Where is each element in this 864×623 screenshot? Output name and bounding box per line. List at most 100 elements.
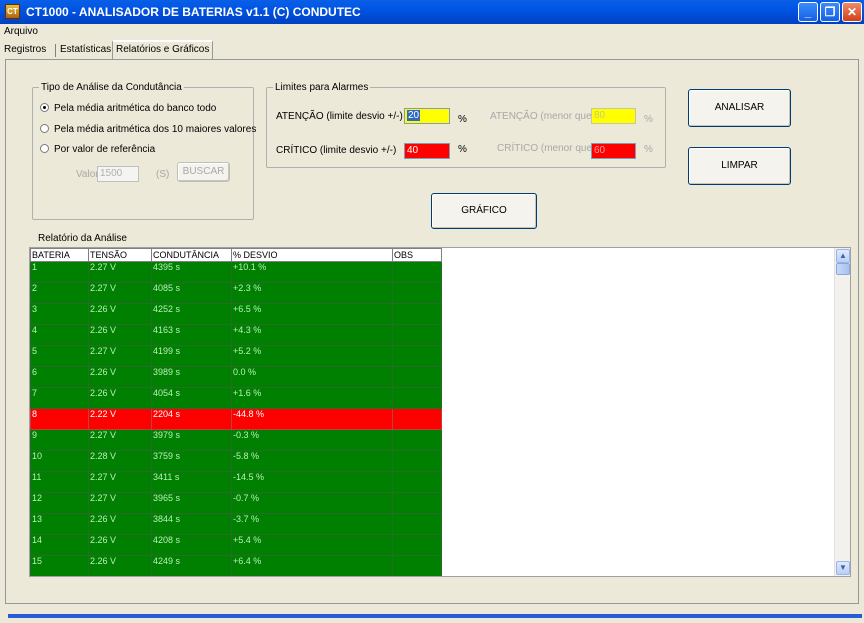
critical-less-input[interactable]: 60	[591, 143, 636, 159]
radio-selected-icon	[40, 103, 49, 112]
scroll-up-button[interactable]: ▲	[836, 249, 850, 263]
table-cell: 4163 s	[151, 324, 232, 346]
table-cell	[392, 324, 442, 346]
table-cell: -3.7 %	[231, 513, 393, 535]
table-cell: 2.26 V	[88, 387, 152, 409]
radio-reference-value[interactable]: Por valor de referência	[40, 144, 155, 155]
table-cell: 5	[30, 345, 89, 367]
column-header[interactable]: OBS	[392, 248, 442, 262]
table-cell: 2.27 V	[88, 282, 152, 304]
table-cell: 2.27 V	[88, 492, 152, 514]
table-cell: +2.3 %	[231, 282, 393, 304]
table-row[interactable]: 4 2.26 V 4163 s +4.3 %	[30, 324, 442, 346]
report-legend: Relatório da Análise	[38, 233, 127, 244]
maximize-button[interactable]: ❐	[820, 2, 840, 22]
attention-limit-input[interactable]: 20	[404, 108, 450, 124]
table-row[interactable]: 6 2.26 V 3989 s 0.0 %	[30, 366, 442, 388]
menu-bar: Arquivo	[0, 24, 864, 40]
table-row[interactable]: 11 2.27 V 3411 s -14.5 %	[30, 471, 442, 493]
table-cell: 4	[30, 324, 89, 346]
percent-label: %	[458, 114, 467, 125]
value-label: Valor	[76, 169, 99, 180]
close-icon: ✕	[846, 5, 858, 19]
table-cell: +10.1 %	[231, 261, 393, 283]
table-cell: -0.3 %	[231, 429, 393, 451]
attention-limit-label: ATENÇÃO (limite desvio +/-)	[276, 111, 403, 122]
table-row[interactable]: 8 2.22 V 2204 s -44.8 %	[30, 408, 442, 430]
critical-limit-input[interactable]: 40	[404, 143, 450, 159]
table-row[interactable]: 5 2.27 V 4199 s +5.2 %	[30, 345, 442, 367]
tab-relatorios-graficos[interactable]: Relatórios e Gráficos	[112, 40, 214, 60]
attention-less-input[interactable]: 80	[591, 108, 636, 124]
table-cell: 2204 s	[151, 408, 232, 430]
reference-value-input[interactable]: 1500	[97, 166, 139, 182]
table-cell: 4395 s	[151, 261, 232, 283]
table-cell: 8	[30, 408, 89, 430]
tab-estatisticas[interactable]: Estatísticas	[57, 42, 114, 59]
title-bar: CT CT1000 - ANALISADOR DE BATERIAS v1.1 …	[0, 0, 864, 24]
percent-label: %	[644, 144, 653, 155]
radio-icon	[40, 124, 49, 133]
table-cell: +5.4 %	[231, 534, 393, 556]
table-cell	[392, 555, 442, 576]
close-button[interactable]: ✕	[842, 2, 862, 22]
table-cell: 15	[30, 555, 89, 576]
report-table: BATERIA TENSÃO CONDUTÂNCIA % DESVIO OBS …	[30, 248, 442, 576]
column-header[interactable]: CONDUTÂNCIA	[151, 248, 232, 262]
scroll-down-button[interactable]: ▼	[836, 561, 850, 575]
tab-registros[interactable]: Registros	[1, 42, 49, 59]
report-grid[interactable]: BATERIA TENSÃO CONDUTÂNCIA % DESVIO OBS …	[29, 247, 851, 577]
table-row[interactable]: 9 2.27 V 3979 s -0.3 %	[30, 429, 442, 451]
table-cell	[392, 261, 442, 283]
table-cell: 2.26 V	[88, 534, 152, 556]
table-cell: 3844 s	[151, 513, 232, 535]
radio-bank-average[interactable]: Pela média aritmética do banco todo	[40, 103, 216, 114]
table-cell: 4252 s	[151, 303, 232, 325]
table-cell: 2.22 V	[88, 408, 152, 430]
table-row[interactable]: 14 2.26 V 4208 s +5.4 %	[30, 534, 442, 556]
table-cell: 2.26 V	[88, 303, 152, 325]
table-cell: -44.8 %	[231, 408, 393, 430]
status-strip	[8, 614, 862, 618]
table-cell: 1	[30, 261, 89, 283]
table-cell	[392, 471, 442, 493]
table-cell	[392, 282, 442, 304]
buscar-button[interactable]: BUSCAR	[177, 162, 230, 182]
table-row[interactable]: 12 2.27 V 3965 s -0.7 %	[30, 492, 442, 514]
column-header[interactable]: BATERIA	[30, 248, 89, 262]
table-cell	[392, 534, 442, 556]
vertical-scrollbar[interactable]: ▲ ▼	[834, 248, 850, 576]
table-cell	[392, 492, 442, 514]
table-cell: 3411 s	[151, 471, 232, 493]
menu-arquivo[interactable]: Arquivo	[4, 26, 38, 37]
table-row[interactable]: 10 2.28 V 3759 s -5.8 %	[30, 450, 442, 472]
table-cell: 2.27 V	[88, 261, 152, 283]
table-cell: 3	[30, 303, 89, 325]
table-row[interactable]: 7 2.26 V 4054 s +1.6 %	[30, 387, 442, 409]
alarm-limits-legend: Limites para Alarmes	[275, 82, 369, 93]
table-row[interactable]: 13 2.26 V 3844 s -3.7 %	[30, 513, 442, 535]
table-row[interactable]: 15 2.26 V 4249 s +6.4 %	[30, 555, 442, 576]
clear-button[interactable]: LIMPAR	[688, 147, 791, 185]
table-cell: 2.27 V	[88, 471, 152, 493]
table-cell: 2.26 V	[88, 555, 152, 576]
column-header[interactable]: TENSÃO	[88, 248, 152, 262]
table-cell: 2	[30, 282, 89, 304]
scroll-thumb[interactable]	[836, 263, 850, 275]
table-cell: 4054 s	[151, 387, 232, 409]
radio-top10-average[interactable]: Pela média aritmética dos 10 maiores val…	[40, 124, 256, 135]
table-cell	[392, 345, 442, 367]
table-row[interactable]: 2 2.27 V 4085 s +2.3 %	[30, 282, 442, 304]
chart-button[interactable]: GRÁFICO	[431, 193, 537, 229]
table-cell: +6.5 %	[231, 303, 393, 325]
analyze-button[interactable]: ANALISAR	[688, 89, 791, 127]
table-cell: +4.3 %	[231, 324, 393, 346]
tab-separator	[55, 44, 56, 57]
column-header[interactable]: % DESVIO	[231, 248, 393, 262]
table-row[interactable]: 3 2.26 V 4252 s +6.5 %	[30, 303, 442, 325]
percent-label: %	[458, 144, 467, 155]
attention-less-label: ATENÇÃO (menor que)	[490, 111, 595, 122]
table-cell	[392, 303, 442, 325]
table-row[interactable]: 1 2.27 V 4395 s +10.1 %	[30, 261, 442, 283]
minimize-button[interactable]: _	[798, 2, 818, 22]
